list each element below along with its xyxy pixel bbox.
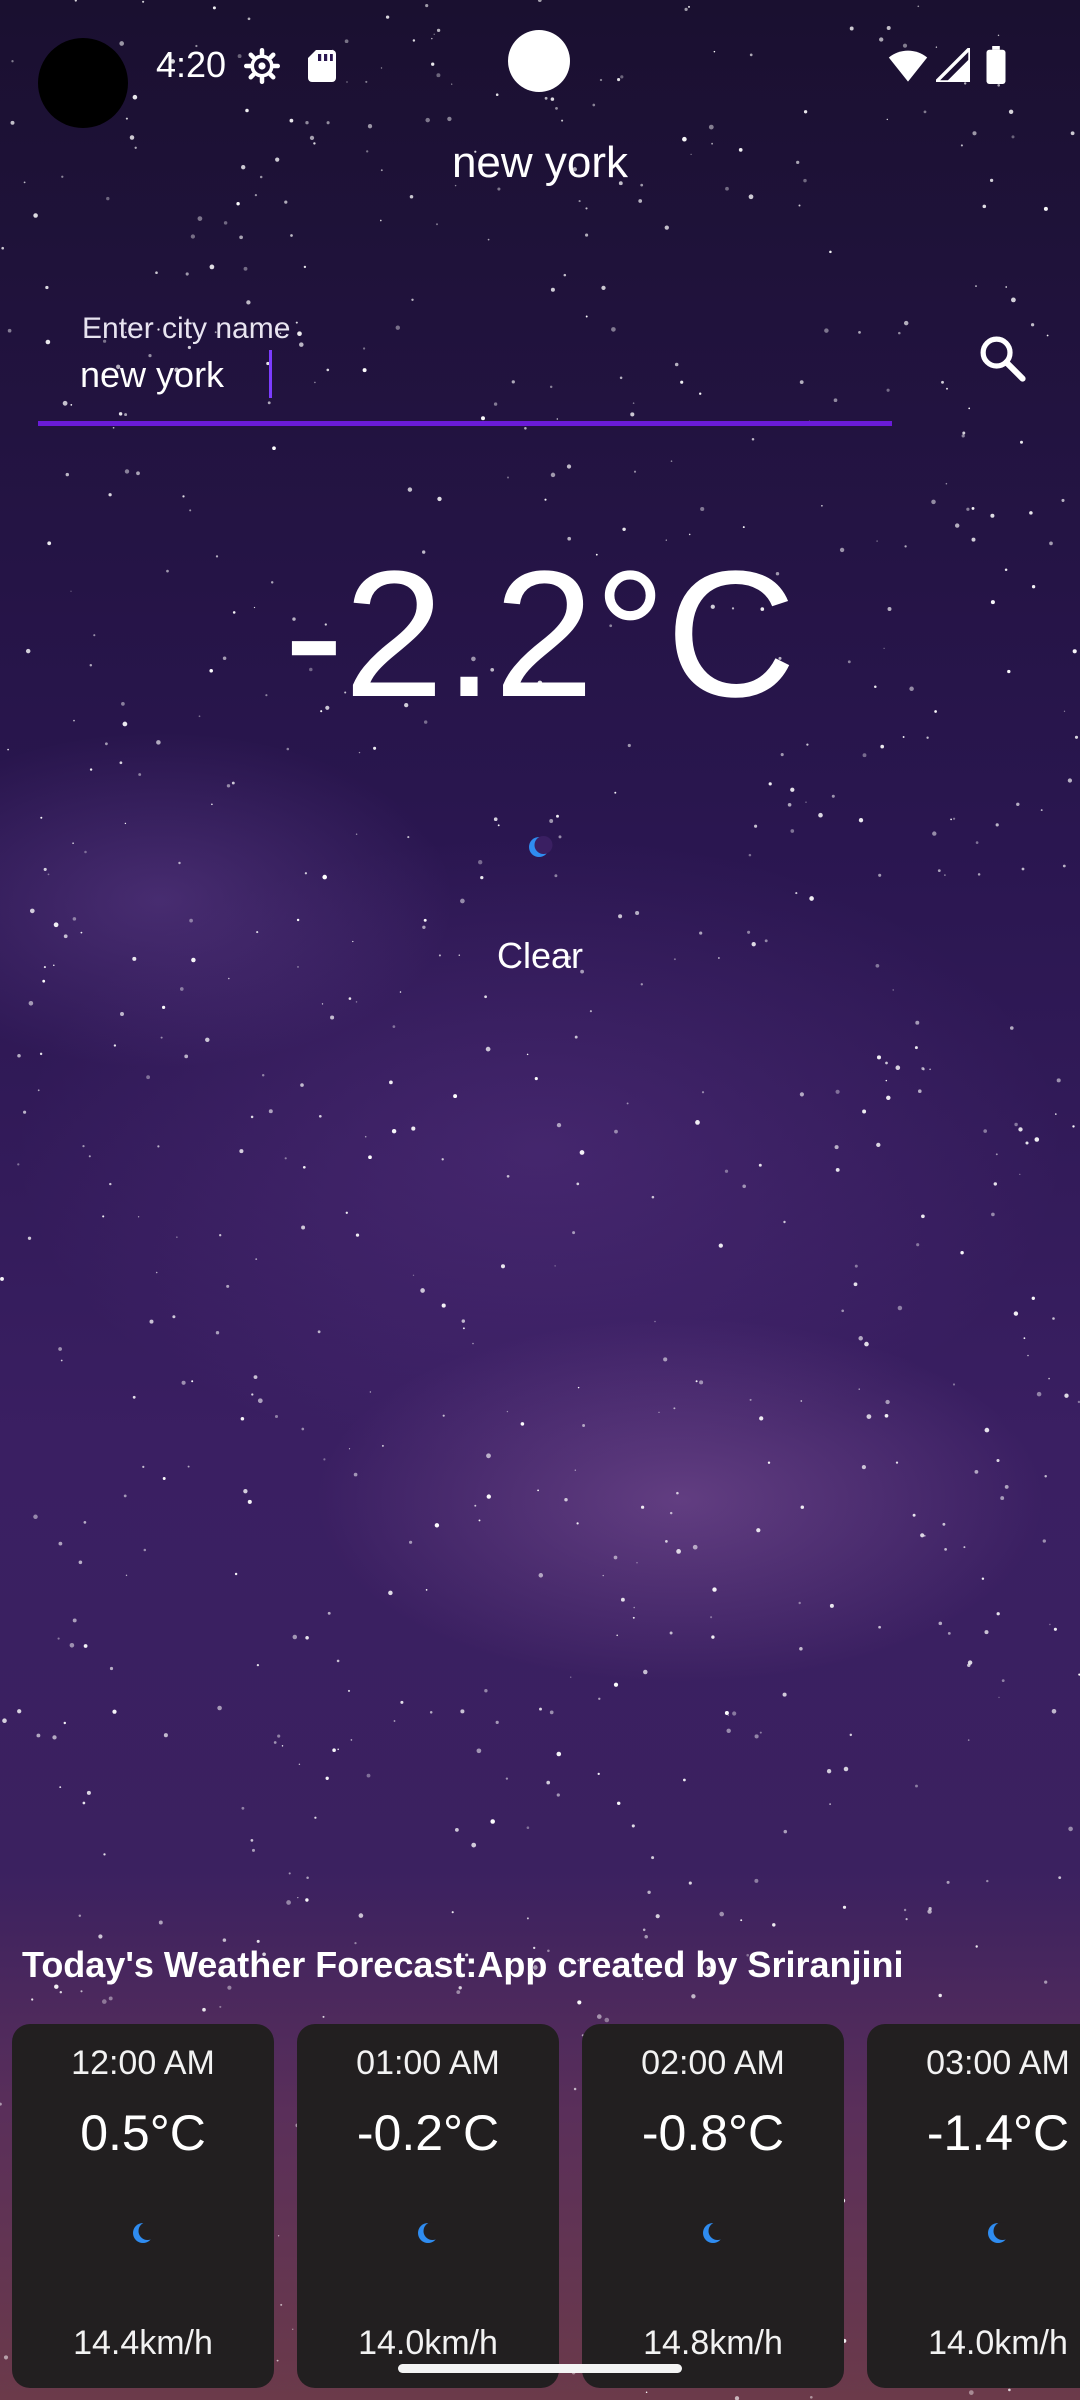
forecast-wind-speed: 14.0km/h (358, 2324, 498, 2362)
forecast-wind-speed: 14.4km/h (73, 2324, 213, 2362)
forecast-card[interactable]: 12:00 AM 0.5°C 14.4km/h (12, 2024, 274, 2388)
forecast-time: 12:00 AM (71, 2044, 215, 2082)
forecast-temperature: -0.8°C (641, 2105, 785, 2161)
gear-icon (244, 48, 280, 84)
forecast-time: 01:00 AM (356, 2044, 500, 2082)
text-cursor (269, 350, 272, 398)
wifi-icon (888, 50, 928, 82)
weather-condition: Clear (496, 935, 584, 976)
crescent-moon-icon (988, 2222, 1012, 2243)
forecast-card[interactable]: 02:00 AM -0.8°C 14.8km/h (582, 2024, 844, 2388)
crescent-moon-icon (133, 2222, 157, 2243)
front-camera (508, 30, 570, 92)
crescent-moon-icon (703, 2222, 727, 2243)
forecast-wind-speed: 14.0km/h (928, 2324, 1068, 2362)
gesture-nav-handle[interactable] (398, 2364, 682, 2373)
camera-cutout (38, 38, 128, 128)
search-button[interactable] (970, 326, 1034, 390)
city-title: new york (451, 138, 629, 187)
current-temperature: -2.2°C (283, 534, 797, 735)
crescent-moon-icon (529, 836, 553, 857)
signal-icon (936, 48, 970, 82)
hourly-forecast-list[interactable]: 12:00 AM 0.5°C 14.4km/h 01:00 AM -0.2°C … (12, 2024, 1080, 2400)
crescent-moon-icon (418, 2222, 442, 2243)
forecast-temperature: -1.4°C (926, 2105, 1070, 2161)
forecast-card[interactable]: 03:00 AM -1.4°C 14.0km/h (867, 2024, 1080, 2388)
forecast-heading: Today's Weather Forecast:App created by … (22, 1944, 904, 1985)
city-search-field[interactable]: Enter city name (38, 300, 892, 428)
forecast-temperature: -0.2°C (356, 2105, 500, 2161)
forecast-time: 02:00 AM (641, 2044, 785, 2082)
forecast-wind-speed: 14.8km/h (643, 2324, 783, 2362)
forecast-card[interactable]: 01:00 AM -0.2°C 14.0km/h (297, 2024, 559, 2388)
city-search-input[interactable] (80, 350, 860, 400)
search-icon (980, 336, 1026, 382)
sd-card-icon (308, 50, 336, 82)
status-bar: 4:20 (0, 0, 1080, 130)
status-time: 4:20 (156, 44, 227, 85)
city-field-label: Enter city name (82, 312, 291, 345)
forecast-time: 03:00 AM (926, 2044, 1070, 2082)
battery-icon (986, 46, 1006, 84)
forecast-temperature: 0.5°C (80, 2105, 206, 2161)
field-underline (38, 421, 892, 426)
